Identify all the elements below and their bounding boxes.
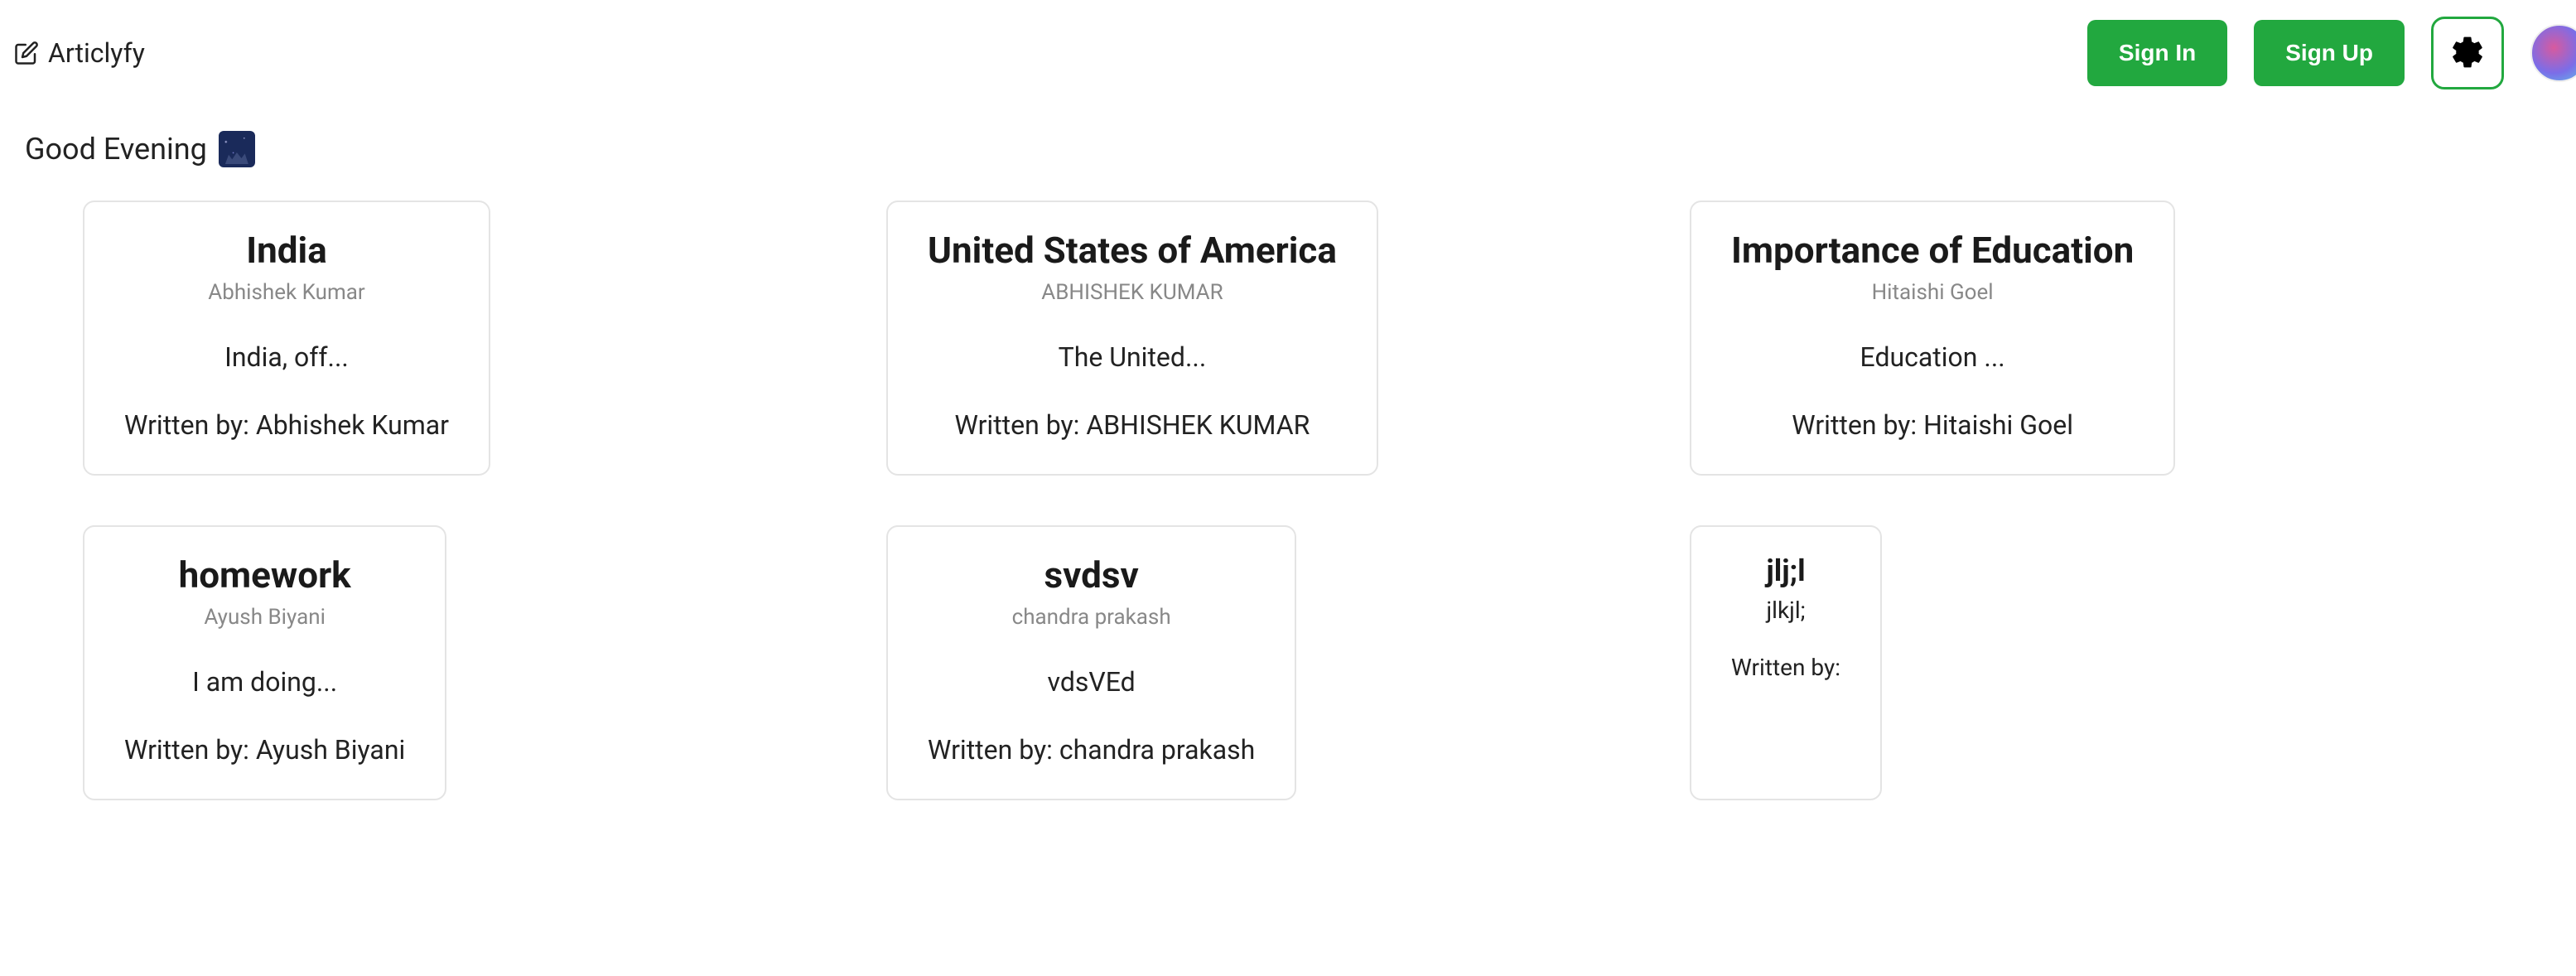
article-card[interactable]: homework Ayush Biyani I am doing... Writ… [83,525,446,800]
night-city-icon [219,131,255,167]
article-excerpt: jlkjl; [1731,597,1840,624]
settings-button[interactable] [2431,17,2504,89]
article-card[interactable]: United States of America ABHISHEK KUMAR … [886,201,1378,476]
article-author: Abhishek Kumar [124,280,449,305]
article-author: Hitaishi Goel [1731,280,2134,305]
article-byline: Written by: ABHISHEK KUMAR [928,409,1337,441]
article-title: Importance of Education [1731,229,2134,272]
article-card[interactable]: jlj;l jlkjl; Written by: [1690,525,1882,800]
article-byline: Written by: Ayush Biyani [124,734,405,766]
article-card[interactable]: svdsv chandra prakash vdsVEd Written by:… [886,525,1296,800]
cards-grid: India Abhishek Kumar India, off... Writt… [0,201,2576,850]
article-byline: Written by: Abhishek Kumar [124,409,449,441]
article-excerpt: vdsVEd [928,666,1255,698]
article-title: jlj;l [1731,553,1840,588]
edit-icon [13,40,40,66]
article-byline: Written by: Hitaishi Goel [1731,409,2134,441]
article-card[interactable]: India Abhishek Kumar India, off... Writt… [83,201,490,476]
header: Articlyfy Sign In Sign Up [0,0,2576,106]
article-card[interactable]: Importance of Education Hitaishi Goel Ed… [1690,201,2175,476]
sign-up-button[interactable]: Sign Up [2254,20,2405,86]
avatar[interactable] [2530,24,2576,82]
article-excerpt: The United... [928,341,1337,373]
brand-name: Articlyfy [48,37,145,69]
gear-icon [2449,34,2486,73]
article-excerpt: I am doing... [124,666,405,698]
article-author: Ayush Biyani [124,605,405,630]
article-title: United States of America [928,229,1337,272]
greeting: Good Evening [0,106,2576,201]
article-author: chandra prakash [928,605,1255,630]
article-title: India [124,229,449,272]
greeting-text: Good Evening [25,132,207,167]
article-excerpt: India, off... [124,341,449,373]
article-excerpt: Education ... [1731,341,2134,373]
article-byline: Written by: chandra prakash [928,734,1255,766]
article-title: svdsv [928,553,1255,597]
article-title: homework [124,553,405,597]
brand[interactable]: Articlyfy [13,37,145,69]
article-byline: Written by: [1731,654,1840,681]
header-actions: Sign In Sign Up [2087,17,2559,89]
sign-in-button[interactable]: Sign In [2087,20,2227,86]
article-author: ABHISHEK KUMAR [928,280,1337,305]
